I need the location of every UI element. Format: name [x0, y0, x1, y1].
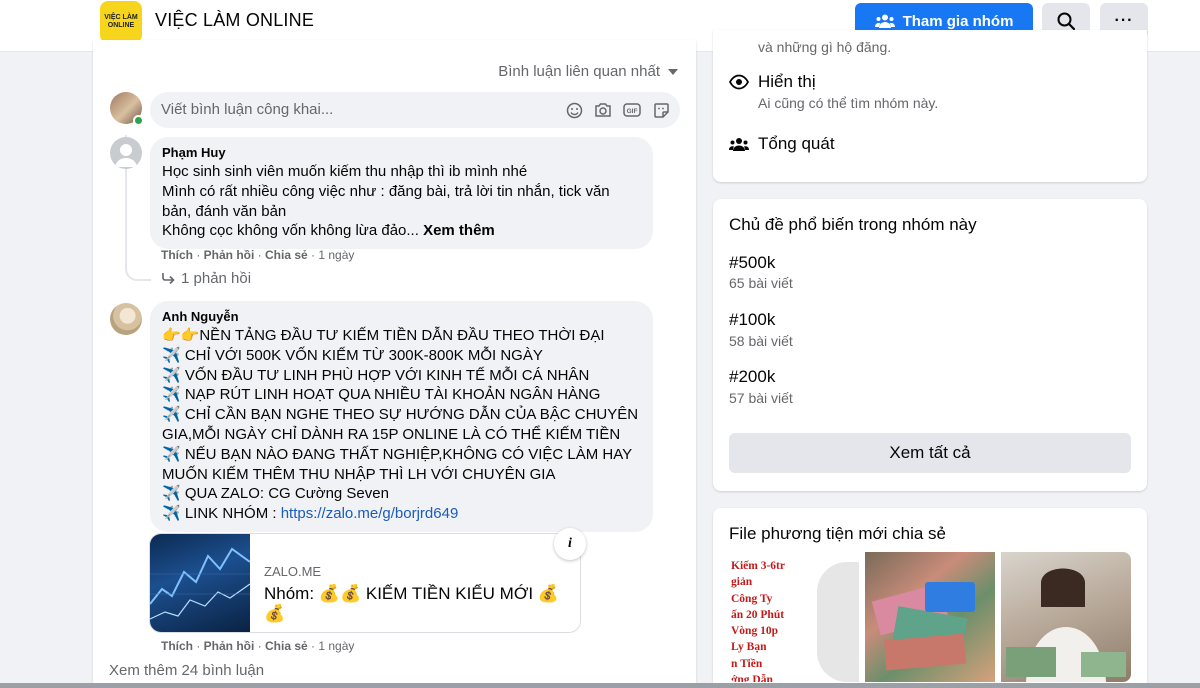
media-thumbnail[interactable]	[865, 552, 995, 682]
logo-line-1: VIỆC LÀM	[104, 14, 138, 21]
comment-body: Học sinh sinh viên muốn kiếm thu nhập th…	[162, 163, 610, 240]
logo-line-2: ONLINE	[107, 22, 135, 29]
thumb-line: Công Ty	[731, 592, 773, 605]
bottom-scroll-strip	[0, 683, 1200, 688]
about-card: và những gì hộ đăng. Hiển thị Ai cũng có…	[713, 30, 1147, 182]
emoji-icon[interactable]	[565, 101, 583, 119]
group-icon	[729, 138, 749, 151]
person-photo	[1006, 568, 1126, 682]
link-title: Nhóm: 💰💰 KIẾM TIỀN KIỂU MỚI 💰💰	[264, 584, 560, 623]
thumb-line: Vòng 10p	[731, 625, 778, 638]
link-preview-image	[150, 534, 251, 632]
eye-icon	[729, 74, 749, 90]
popular-topics-card: Chủ đề phổ biến trong nhóm này #500k 65 …	[713, 199, 1147, 491]
topic-tag[interactable]: #500k	[729, 253, 775, 273]
recent-media-card: File phương tiện mới chia sẻ Kiếm 3-6tr …	[713, 508, 1147, 688]
share-link[interactable]: Chia sẻ	[265, 248, 308, 262]
see-more-link[interactable]: Xem thêm	[423, 222, 495, 239]
comments-section: Bình luận liên quan nhất Viết bình luận …	[93, 40, 696, 688]
comment-time[interactable]: 1 ngày	[318, 248, 354, 262]
thumb-line: n Tiền	[731, 657, 763, 670]
about-truncated-text: và những gì hộ đăng.	[758, 39, 892, 55]
comment-sort-label: Bình luận liên quan nhất	[498, 63, 660, 80]
thumb-line: ớng Dẫn	[731, 674, 773, 682]
reply-arrow-icon	[162, 272, 175, 284]
comment-author[interactable]: Phạm Huy	[162, 145, 641, 160]
share-link[interactable]: Chia sẻ	[265, 639, 308, 653]
group-icon	[874, 14, 895, 28]
media-thumbnail[interactable]	[1001, 552, 1131, 682]
svg-text:GIF: GIF	[627, 108, 638, 115]
search-icon	[1057, 12, 1075, 30]
visibility-description: Ai cũng có thể tìm nhóm này.	[758, 95, 939, 111]
thumb-line: giản	[731, 576, 753, 589]
default-avatar-icon	[115, 144, 137, 167]
gif-icon[interactable]: GIF	[623, 101, 641, 119]
view-more-comments-link[interactable]: Xem thêm 24 bình luận	[109, 662, 264, 679]
comment-actions: Thích · Phản hồi · Chia sẻ · 1 ngày	[161, 639, 355, 653]
comment-bubble: Phạm Huy Học sinh sinh viên muốn kiếm th…	[150, 137, 653, 250]
reply-link[interactable]: Phản hồi	[204, 248, 255, 262]
comment-body: 👉👉NỀN TẢNG ĐẦU TƯ KIẾM TIỀN DẪN ĐẦU THEO…	[162, 327, 639, 523]
join-group-label: Tham gia nhóm	[902, 12, 1014, 30]
more-horizontal-icon: ···	[1114, 12, 1134, 29]
comment-actions: Thích · Phản hồi · Chia sẻ · 1 ngày	[161, 248, 355, 262]
topic-post-count: 65 bài viết	[729, 275, 793, 291]
media-thumbnail[interactable]: Kiếm 3-6tr giản Công Ty ấn 20 Phút Vòng …	[729, 552, 859, 682]
comment-text: 👉👉NỀN TẢNG ĐẦU TƯ KIẾM TIỀN DẪN ĐẦU THEO…	[162, 326, 643, 524]
thumbnail-shape	[817, 562, 859, 682]
composer-toolbar: GIF	[565, 101, 670, 119]
visibility-title: Hiển thị	[758, 72, 816, 91]
group-name[interactable]: VIỆC LÀM ONLINE	[155, 10, 314, 31]
link-domain: ZALO.ME	[264, 564, 322, 579]
reply-link[interactable]: Phản hồi	[204, 639, 255, 653]
comment-text: Học sinh sinh viên muốn kiếm thu nhập th…	[162, 162, 641, 241]
comment-author[interactable]: Anh Nguyễn	[162, 309, 643, 324]
like-link[interactable]: Thích	[161, 248, 193, 262]
sticker-icon[interactable]	[652, 101, 670, 119]
topics-title: Chủ đề phổ biến trong nhóm này	[729, 215, 977, 234]
see-all-topics-button[interactable]: Xem tất cả	[729, 433, 1131, 473]
commenter-avatar[interactable]	[110, 303, 142, 335]
thumb-line: Kiếm 3-6tr	[731, 560, 785, 572]
topic-tag[interactable]: #200k	[729, 367, 775, 387]
camera-icon[interactable]	[594, 101, 612, 119]
thumbnail-text: Kiếm 3-6tr giản Công Ty ấn 20 Phút Vòng …	[731, 558, 785, 682]
money-photo	[871, 582, 975, 671]
media-title: File phương tiện mới chia sẻ	[729, 524, 946, 543]
caret-down-icon	[668, 68, 678, 75]
comment-sort-dropdown[interactable]: Bình luận liên quan nhất	[498, 63, 678, 80]
online-status-dot	[133, 115, 144, 126]
comment-time[interactable]: 1 ngày	[318, 639, 354, 653]
comment-bubble: Anh Nguyễn 👉👉NỀN TẢNG ĐẦU TƯ KIẾM TIỀN D…	[150, 301, 653, 532]
comment-input[interactable]: Viết bình luận công khai...	[161, 101, 333, 118]
zalo-group-link[interactable]: https://zalo.me/g/borjrd649	[281, 505, 459, 522]
topic-tag[interactable]: #100k	[729, 310, 775, 330]
topic-post-count: 57 bài viết	[729, 390, 793, 406]
reply-count-label: 1 phản hồi	[181, 270, 252, 287]
thumb-line: ấn 20 Phút	[731, 608, 785, 621]
commenter-avatar[interactable]	[110, 137, 142, 169]
thumb-line: Ly Bạn	[731, 641, 767, 654]
link-preview-card[interactable]: ZALO.ME Nhóm: 💰💰 KIẾM TIỀN KIỂU MỚI 💰💰	[149, 533, 581, 633]
comment-composer[interactable]: Viết bình luận công khai... GIF	[150, 92, 680, 128]
general-title: Tổng quát	[758, 134, 835, 153]
topic-post-count: 58 bài viết	[729, 333, 793, 349]
info-icon[interactable]: i	[554, 528, 586, 560]
like-link[interactable]: Thích	[161, 639, 193, 653]
group-logo[interactable]: VIỆC LÀM ONLINE	[100, 1, 142, 43]
view-replies-link[interactable]: 1 phản hồi	[161, 270, 251, 287]
